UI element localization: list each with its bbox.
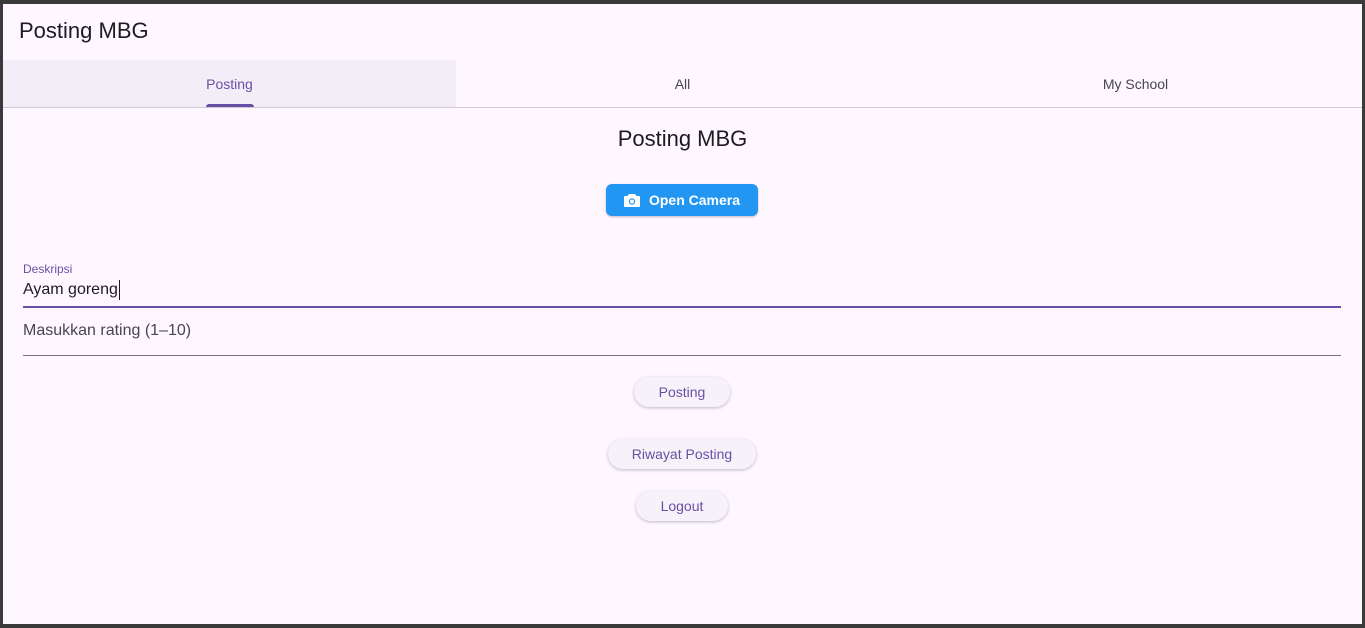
app-window: Posting MBG Posting All My School Postin…: [3, 4, 1362, 624]
page-title: Posting MBG: [617, 126, 748, 151]
posting-form: Posting MBG Open Camera Deskripsi Ayam g…: [3, 108, 1362, 624]
tab-bar: Posting All My School: [3, 60, 1362, 108]
description-field[interactable]: Deskripsi Ayam goreng: [23, 258, 1341, 308]
riwayat-posting-label: Riwayat Posting: [631, 446, 733, 462]
riwayat-posting-button[interactable]: Riwayat Posting: [608, 439, 756, 469]
app-title: Posting MBG: [19, 18, 149, 43]
tab-label: My School: [1102, 75, 1169, 92]
posting-button-label: Posting: [658, 384, 706, 400]
text-caret: [118, 280, 121, 300]
description-value: Ayam goreng: [23, 281, 118, 298]
tab-all[interactable]: All: [456, 60, 909, 107]
tab-my-school[interactable]: My School: [909, 60, 1362, 107]
camera-icon: [623, 194, 640, 207]
tab-label: All: [674, 75, 691, 92]
open-camera-label: Open Camera: [648, 192, 741, 208]
posting-button[interactable]: Posting: [634, 377, 730, 407]
logout-label: Logout: [660, 498, 704, 514]
rating-field[interactable]: Masukkan rating (1–10): [23, 308, 1341, 356]
description-label: Deskripsi: [23, 262, 73, 276]
tab-active-indicator: [205, 104, 254, 107]
app-bar: Posting MBG: [3, 4, 1362, 60]
rating-placeholder: Masukkan rating (1–10): [23, 322, 192, 339]
tab-posting[interactable]: Posting: [3, 60, 456, 107]
open-camera-button[interactable]: Open Camera: [606, 184, 758, 216]
description-value-wrapper: Ayam goreng: [23, 280, 121, 300]
tab-label: Posting: [206, 75, 253, 92]
logout-button[interactable]: Logout: [636, 491, 728, 521]
